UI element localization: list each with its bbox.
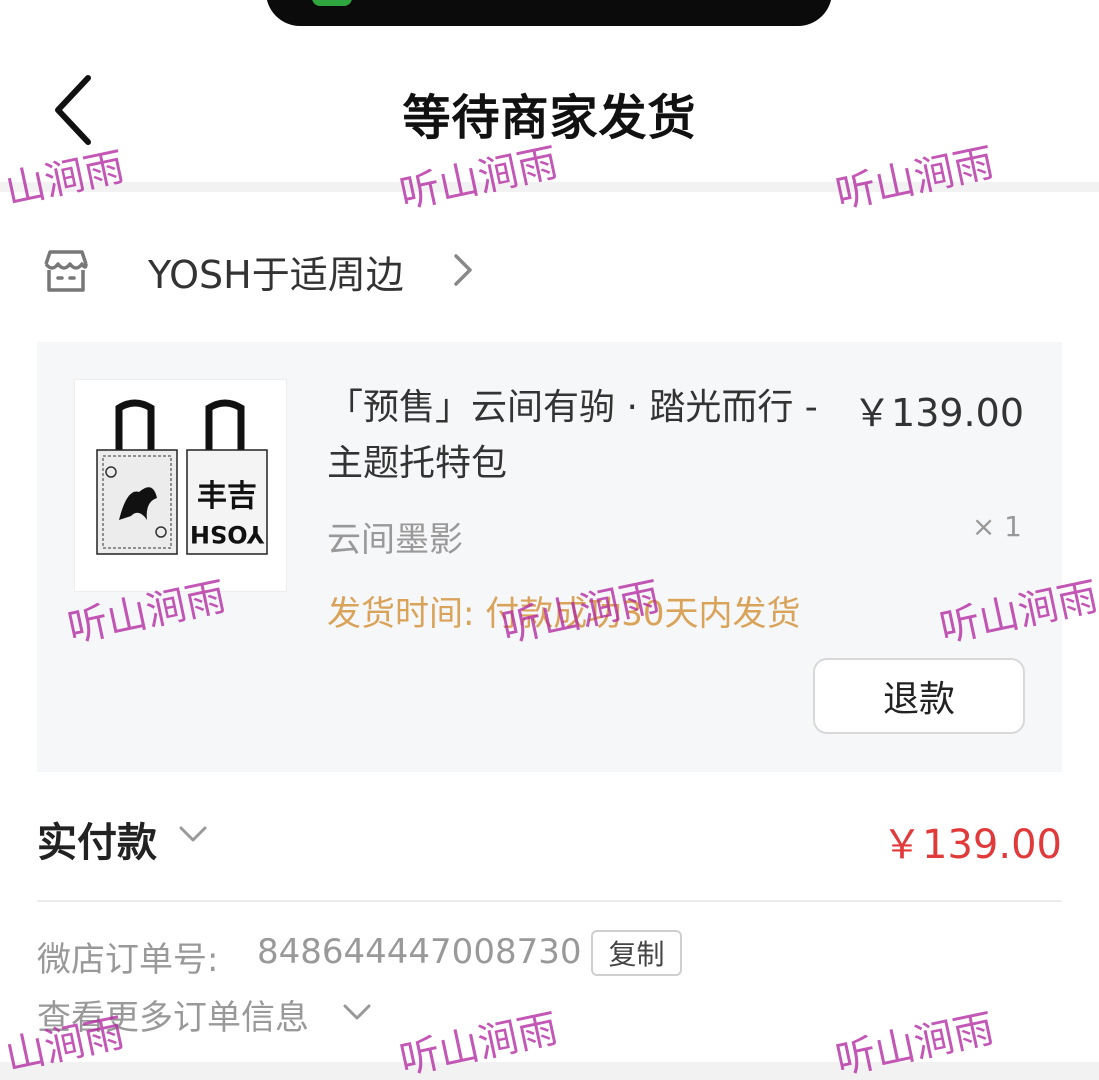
more-info-label[interactable]: 查看更多订单信息	[37, 990, 309, 1039]
shop-name[interactable]: YOSH于适周边	[148, 244, 404, 299]
row-divider	[37, 900, 1062, 902]
refund-button[interactable]: 退款	[813, 658, 1025, 734]
chevron-right-icon[interactable]	[450, 250, 474, 290]
chevron-down-icon[interactable]	[341, 1000, 373, 1026]
chevron-down-icon[interactable]	[177, 820, 209, 850]
bag-glyph-text: 丰吉	[197, 479, 257, 514]
more-order-info[interactable]: 查看更多订单信息	[37, 986, 637, 1040]
bottom-band	[0, 1062, 1099, 1080]
product-quantity: × 1	[971, 510, 1022, 543]
product-price: ￥139.00	[853, 391, 1024, 435]
paid-amount: ￥139.00	[882, 822, 1062, 868]
bag-logo-text: YOSH	[190, 520, 265, 548]
ship-time-notice: 发货时间: 付款成功30天内发货	[327, 594, 801, 634]
order-number: 848644447008730	[257, 932, 582, 972]
order-number-label: 微店订单号:	[37, 940, 219, 980]
product-card[interactable]: 丰吉 YOSH 「预售」云间有驹 · 踏光而行 - 主题托特包 ￥139.00 …	[37, 342, 1062, 772]
store-icon	[44, 250, 88, 292]
copy-button[interactable]: 复制	[591, 930, 682, 976]
paid-amount-row[interactable]: 实付款 ￥139.00	[37, 800, 1062, 876]
paid-label[interactable]: 实付款	[37, 810, 157, 868]
product-variant: 云间墨影	[327, 520, 463, 560]
page-title: 等待商家发货	[402, 90, 697, 146]
order-number-row: 微店订单号: 848644447008730 复制	[37, 928, 1062, 980]
product-title[interactable]: 「预售」云间有驹 · 踏光而行 - 主题托特包	[327, 380, 847, 492]
status-bar-notch	[266, 0, 832, 26]
product-image[interactable]: 丰吉 YOSH	[74, 379, 287, 592]
status-indicator-icon	[312, 0, 352, 6]
nav-bar: 等待商家发货	[0, 40, 1099, 180]
section-divider	[0, 182, 1099, 192]
shop-row[interactable]: YOSH于适周边	[0, 232, 1099, 312]
tote-bags-image: 丰吉 YOSH	[96, 399, 268, 555]
